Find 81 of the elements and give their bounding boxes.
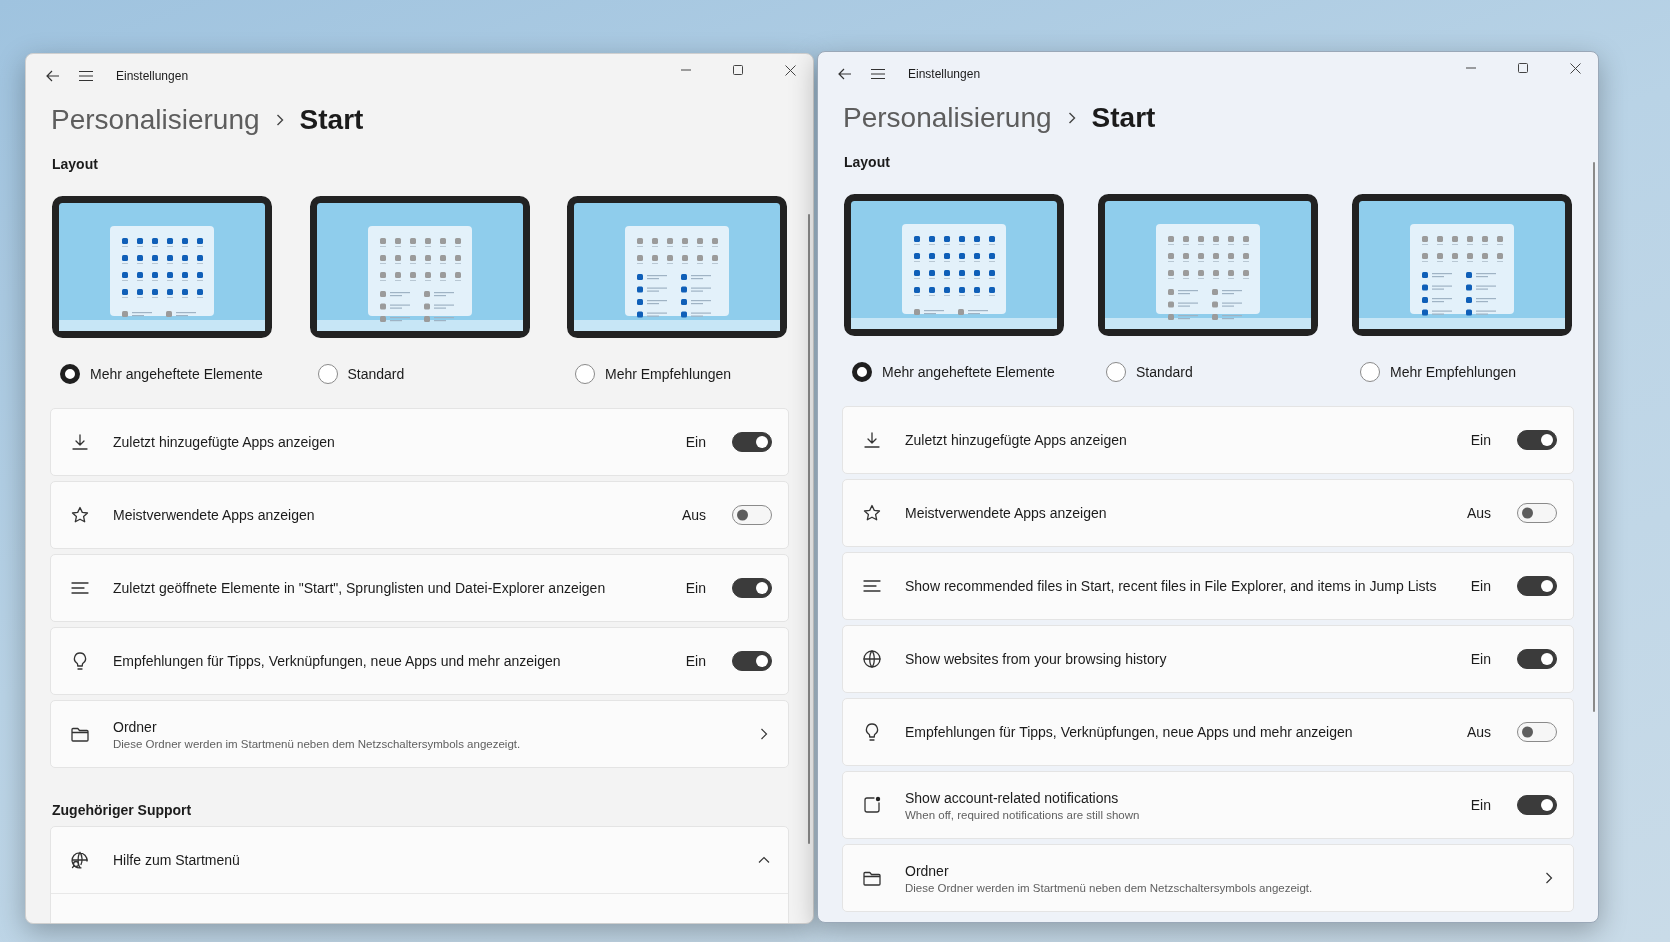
breadcrumb-link[interactable]: Personalisierung [843,102,1052,134]
radio-circle[interactable] [1106,362,1126,382]
download-icon [70,432,90,452]
toggle-state-label: Ein [685,580,706,596]
toggle-state-label: Ein [1470,797,1491,813]
toggle-switch[interactable] [732,432,772,452]
setting-label: Show websites from your browsing history [905,651,1168,667]
page-title: Start [1091,102,1156,134]
setting-label: Zuletzt geöffnete Elemente in "Start", Sprunglisten und Datei-Explorer anzeigen [113,580,607,596]
toggle-state-label: Ein [685,434,706,450]
globe-icon [862,649,882,669]
setting-label: Meistverwendete Apps anzeigen [113,507,316,523]
setting-description: Diese Ordner werden im Startmenü neben dem Netzschaltersymbols angezeigt. [113,737,522,750]
close-icon[interactable] [1569,62,1581,74]
scrollbar[interactable] [1593,162,1595,712]
radio-circle[interactable] [852,362,872,382]
setting-link-card[interactable]: Ordner Diese Ordner werden im Startmenü neben dem Netzschaltersymbols angezeigt. [842,844,1574,912]
toggle-state-label: Ein [1470,651,1491,667]
toggle-state-label: Ein [685,653,706,669]
star-icon [862,503,882,523]
back-arrow-icon[interactable] [838,67,852,81]
toggle-switch[interactable] [732,505,772,525]
setting-description: Diese Ordner werden im Startmenü neben dem Netzschaltersymbols angezeigt. [905,881,1314,894]
section-heading: Layout [844,154,891,170]
toggle-switch[interactable] [732,578,772,598]
toggle-switch[interactable] [1517,430,1557,450]
setting-label: Empfehlungen für Tipps, Verknüpfungen, neue Apps und mehr anzeigen [905,724,1354,740]
setting-label: Ordner [905,862,950,879]
toggle-state-label: Ein [1470,578,1491,594]
globe-search-icon [70,850,90,870]
setting-link-card[interactable]: Ordner Diese Ordner werden im Startmenü neben dem Netzschaltersymbols angezeigt. [50,700,789,768]
back-arrow-icon[interactable] [46,69,60,83]
toggle-state-label: Aus [1466,724,1491,740]
star-icon [70,505,90,525]
toggle-switch[interactable] [1517,576,1557,596]
section-heading: Zugehöriger Support [52,802,193,818]
toggle-switch[interactable] [1517,795,1557,815]
toggle-switch[interactable] [1517,503,1557,523]
radio-circle[interactable] [1360,362,1380,382]
layout-radio-option[interactable]: Standard [1098,362,1318,382]
toggle-state-label: Aus [1466,505,1491,521]
layout-radio-option[interactable]: Standard [309,364,530,384]
setting-label: Meistverwendete Apps anzeigen [905,505,1108,521]
menu-icon[interactable] [870,68,886,80]
chevron-right-icon [1067,112,1076,124]
setting-label: Empfehlungen für Tipps, Verknüpfungen, neue Apps und mehr anzeigen [113,653,562,669]
chevron-right-icon [1545,872,1553,884]
download-icon [862,430,882,450]
toggle-switch[interactable] [1517,649,1557,669]
expander-header[interactable]: Hilfe zum Startmenü [51,827,788,893]
menu-icon[interactable] [78,70,94,82]
radio-circle[interactable] [575,364,595,384]
toggle-state-label: Ein [1470,432,1491,448]
toggle-switch[interactable] [732,651,772,671]
notification-icon [862,795,882,815]
setting-label: Ordner [113,718,158,735]
radio-circle[interactable] [317,364,338,384]
setting-label: Zuletzt hinzugefügte Apps anzeigen [905,432,1128,448]
setting-description: When off, required notifications are still shown [905,808,1141,821]
maximize-icon[interactable] [733,65,743,75]
chevron-up-icon [758,856,770,864]
scrollbar[interactable] [808,214,810,844]
layout-radio-option[interactable]: Mehr Empfehlungen [567,364,787,384]
page-title: Start [299,104,364,136]
chevron-right-icon [760,728,768,740]
layout-radio-option[interactable]: Mehr angeheftete Elemente [52,364,272,384]
window-title: Einstellungen [116,69,190,83]
close-icon[interactable] [784,64,796,76]
chevron-right-icon [275,114,284,126]
breadcrumb-link[interactable]: Personalisierung [51,104,260,136]
layout-radio-option[interactable]: Mehr angeheftete Elemente [844,362,1064,382]
setting-label: Show recommended files in Start, recent files in File Explorer, and items in Jump Lists [905,578,1438,594]
setting-label: Zuletzt hinzugefügte Apps anzeigen [113,434,336,450]
toggle-state-label: Aus [681,507,706,523]
setting-label: Show account-related notifications [905,789,1120,806]
layout-radio-option[interactable]: Mehr Empfehlungen [1352,362,1572,382]
maximize-icon[interactable] [1518,63,1528,73]
section-heading: Layout [52,156,99,172]
toggle-switch[interactable] [1517,722,1557,742]
window-title: Einstellungen [908,67,982,81]
radio-circle[interactable] [60,364,80,384]
